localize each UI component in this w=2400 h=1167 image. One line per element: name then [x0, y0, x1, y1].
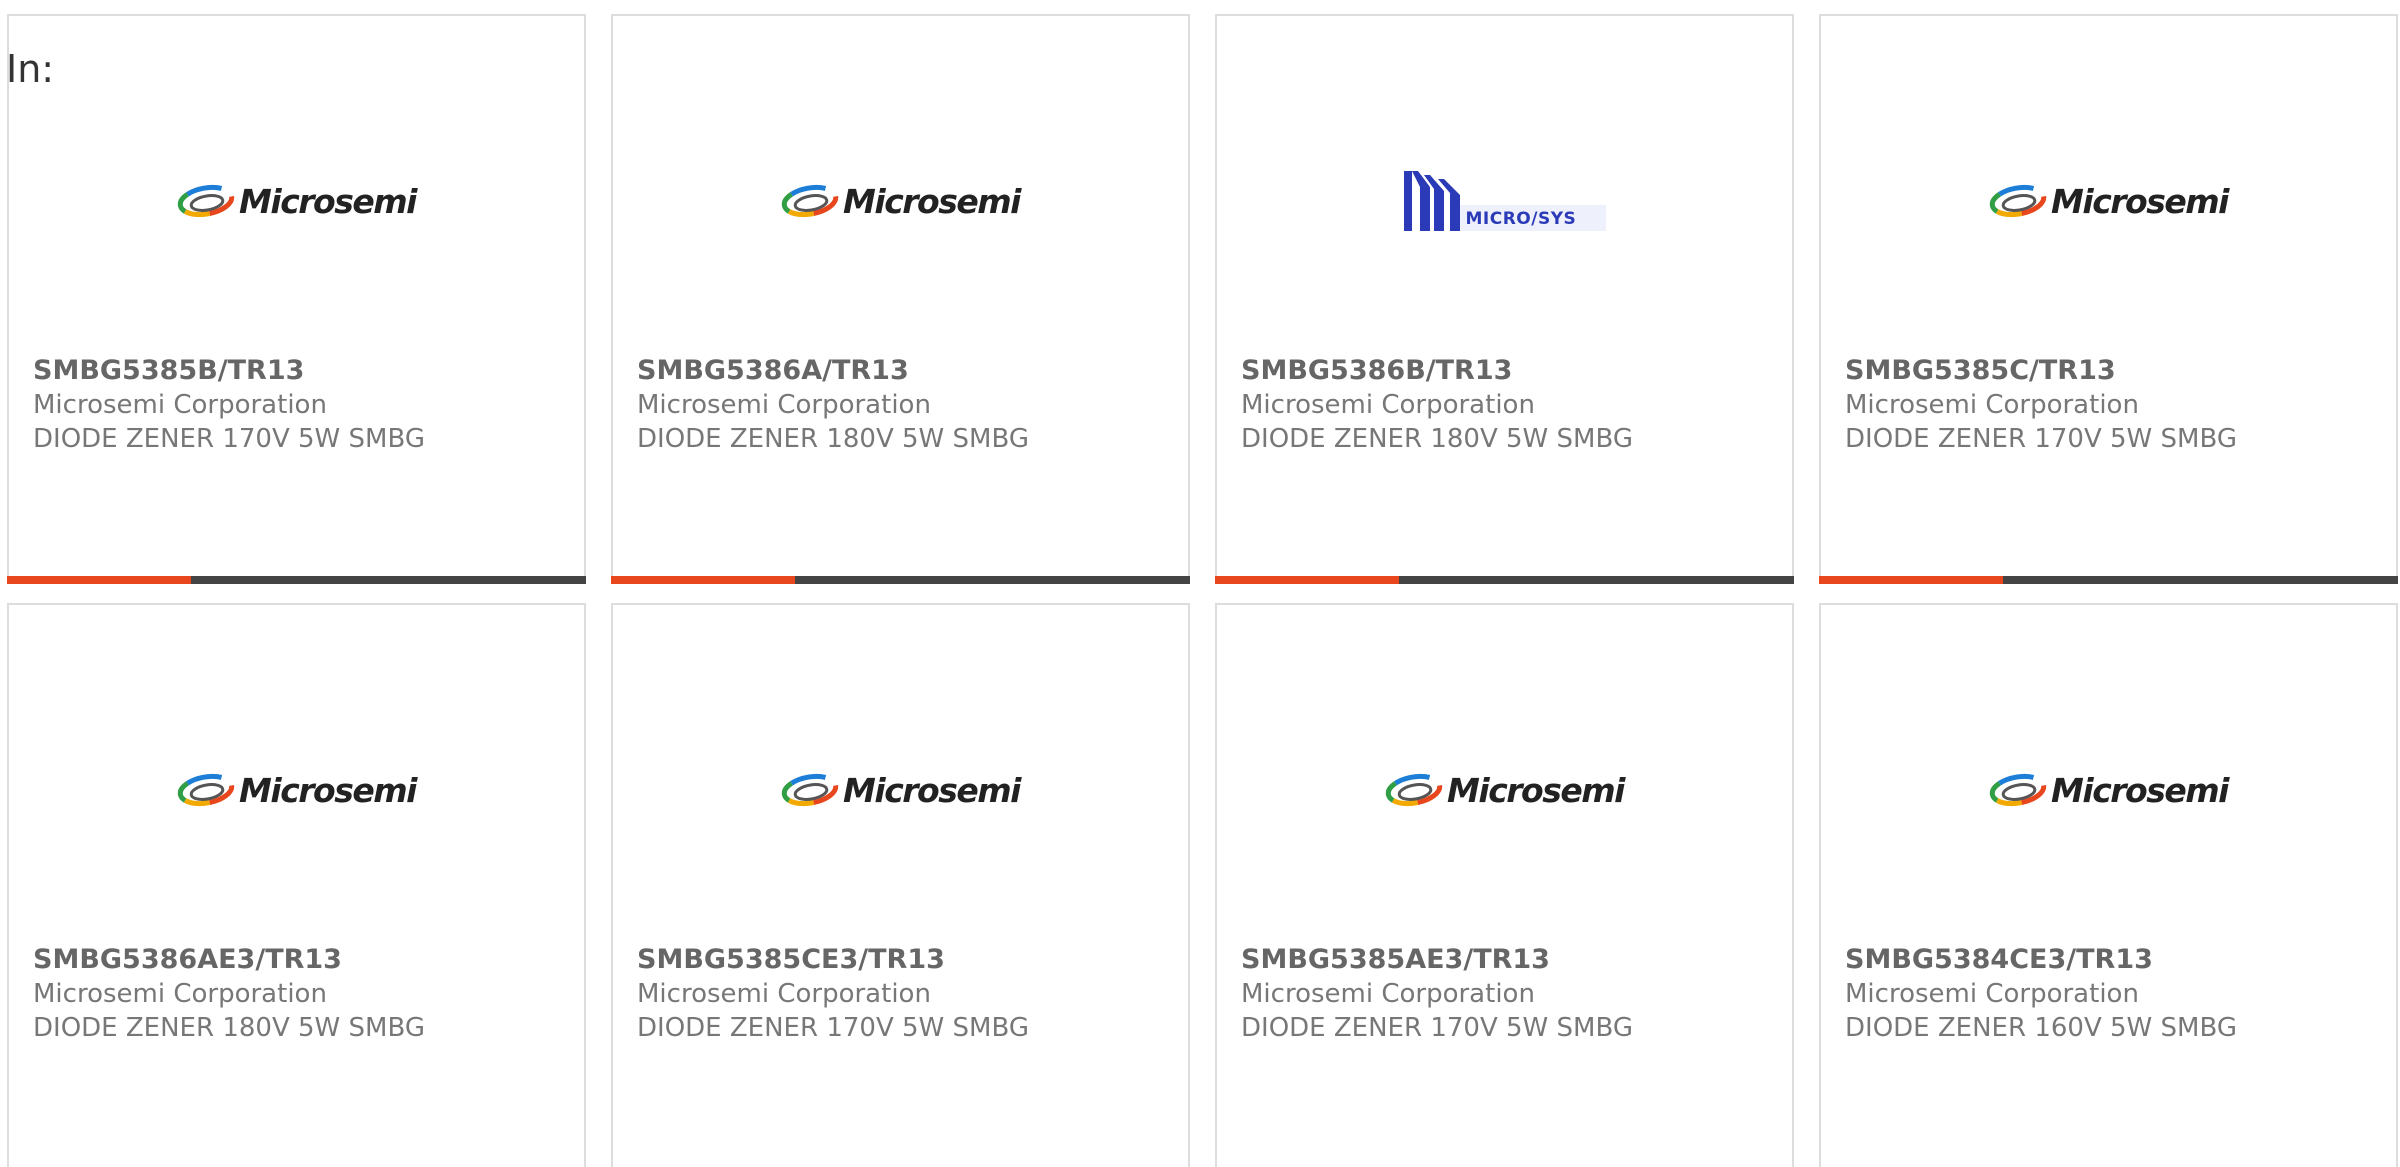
card-bottom-bar [7, 576, 586, 584]
card-bar-accent [1215, 576, 1399, 584]
logo-wordmark: Microsemi [2051, 181, 2229, 221]
part-number[interactable]: SMBG5385CE3/TR13 [637, 943, 1178, 977]
product-card-7[interactable]: Microsemi SMBG5385AE3/TR13 Microsemi Cor… [1215, 603, 1794, 1167]
product-card-4[interactable]: Microsemi SMBG5385C/TR13 Microsemi Corpo… [1819, 14, 2398, 584]
part-number[interactable]: SMBG5386B/TR13 [1241, 354, 1782, 388]
product-results-page: In: Microsemi SMBG5385B/TR13 Microsemi C… [0, 0, 2400, 1167]
product-info: SMBG5385AE3/TR13 Microsemi Corporation D… [1241, 943, 1782, 1045]
manufacturer-logo: Microsemi [1821, 735, 2396, 845]
card-bar-rest [2003, 576, 2398, 584]
manufacturer-name: Microsemi Corporation [637, 979, 931, 1009]
product-description: DIODE ZENER 160V 5W SMBG [1845, 1013, 2237, 1043]
product-card-8[interactable]: Microsemi SMBG5384CE3/TR13 Microsemi Cor… [1819, 603, 2398, 1167]
logo-wordmark: Microsemi [843, 770, 1021, 810]
card-bar-rest [795, 576, 1190, 584]
product-card-2[interactable]: Microsemi SMBG5386A/TR13 Microsemi Corpo… [611, 14, 1190, 584]
manufacturer-name: Microsemi Corporation [637, 390, 931, 420]
manufacturer-logo: Microsemi [613, 735, 1188, 845]
microsemi-swirl-icon [1385, 773, 1443, 807]
product-card-3[interactable]: MICRO/SYS SMBG5386B/TR13 Microsemi Corpo… [1215, 14, 1794, 584]
microsemi-logo: Microsemi [177, 770, 417, 810]
manufacturer-logo: Microsemi [1217, 735, 1792, 845]
product-card-1[interactable]: Microsemi SMBG5385B/TR13 Microsemi Corpo… [7, 14, 586, 584]
product-description: DIODE ZENER 170V 5W SMBG [637, 1013, 1029, 1043]
logo-wordmark: MICRO/SYS [1465, 209, 1577, 229]
manufacturer-name: Microsemi Corporation [1845, 390, 2139, 420]
manufacturer-logo: MICRO/SYS [1217, 146, 1792, 256]
microsemi-swirl-icon [1989, 184, 2047, 218]
manufacturer-name: Microsemi Corporation [1845, 979, 2139, 1009]
microsemi-swirl-icon [177, 773, 235, 807]
microsemi-swirl-icon [1989, 773, 2047, 807]
product-description: DIODE ZENER 180V 5W SMBG [637, 424, 1029, 454]
manufacturer-logo: Microsemi [613, 146, 1188, 256]
card-bottom-bar [611, 576, 1190, 584]
part-number[interactable]: SMBG5386A/TR13 [637, 354, 1178, 388]
product-description: DIODE ZENER 170V 5W SMBG [1241, 1013, 1633, 1043]
product-card-5[interactable]: Microsemi SMBG5386AE3/TR13 Microsemi Cor… [7, 603, 586, 1167]
part-number[interactable]: SMBG5385AE3/TR13 [1241, 943, 1782, 977]
product-info: SMBG5385CE3/TR13 Microsemi Corporation D… [637, 943, 1178, 1045]
manufacturer-name: Microsemi Corporation [1241, 390, 1535, 420]
product-card-6[interactable]: Microsemi SMBG5385CE3/TR13 Microsemi Cor… [611, 603, 1190, 1167]
microsemi-logo: Microsemi [1989, 181, 2229, 221]
part-number[interactable]: SMBG5385C/TR13 [1845, 354, 2386, 388]
part-number[interactable]: SMBG5384CE3/TR13 [1845, 943, 2386, 977]
product-info: SMBG5386AE3/TR13 Microsemi Corporation D… [33, 943, 574, 1045]
product-info: SMBG5386A/TR13 Microsemi Corporation DIO… [637, 354, 1178, 456]
card-bar-rest [1399, 576, 1794, 584]
card-bottom-bar [1215, 576, 1794, 584]
microsemi-swirl-icon [781, 773, 839, 807]
microsemi-logo: Microsemi [781, 181, 1021, 221]
product-description: DIODE ZENER 180V 5W SMBG [1241, 424, 1633, 454]
product-description: DIODE ZENER 170V 5W SMBG [1845, 424, 2237, 454]
manufacturer-name: Microsemi Corporation [1241, 979, 1535, 1009]
card-bar-accent [611, 576, 795, 584]
logo-wordmark: Microsemi [2051, 770, 2229, 810]
logo-wordmark: Microsemi [239, 181, 417, 221]
product-info: SMBG5385B/TR13 Microsemi Corporation DIO… [33, 354, 574, 456]
manufacturer-name: Microsemi Corporation [33, 979, 327, 1009]
microsemi-swirl-icon [177, 184, 235, 218]
manufacturer-logo: Microsemi [9, 735, 584, 845]
manufacturer-name: Microsemi Corporation [33, 390, 327, 420]
in-label: In: [6, 47, 55, 91]
microsemi-swirl-icon [781, 184, 839, 218]
part-number[interactable]: SMBG5385B/TR13 [33, 354, 574, 388]
logo-wordmark: Microsemi [239, 770, 417, 810]
product-description: DIODE ZENER 170V 5W SMBG [33, 424, 425, 454]
product-info: SMBG5385C/TR13 Microsemi Corporation DIO… [1845, 354, 2386, 456]
microsemi-logo: Microsemi [781, 770, 1021, 810]
manufacturer-logo: Microsemi [9, 146, 584, 256]
card-bar-rest [191, 576, 586, 584]
microsemi-logo: Microsemi [1385, 770, 1625, 810]
microsys-logo: MICRO/SYS [1403, 169, 1606, 233]
product-description: DIODE ZENER 180V 5W SMBG [33, 1013, 425, 1043]
logo-wordmark: Microsemi [843, 181, 1021, 221]
part-number[interactable]: SMBG5386AE3/TR13 [33, 943, 574, 977]
product-info: SMBG5386B/TR13 Microsemi Corporation DIO… [1241, 354, 1782, 456]
microsemi-logo: Microsemi [1989, 770, 2229, 810]
logo-wordmark: Microsemi [1447, 770, 1625, 810]
microsemi-logo: Microsemi [177, 181, 417, 221]
card-bar-accent [1819, 576, 2003, 584]
manufacturer-logo: Microsemi [1821, 146, 2396, 256]
card-bottom-bar [1819, 576, 2398, 584]
card-bar-accent [7, 576, 191, 584]
product-info: SMBG5384CE3/TR13 Microsemi Corporation D… [1845, 943, 2386, 1045]
